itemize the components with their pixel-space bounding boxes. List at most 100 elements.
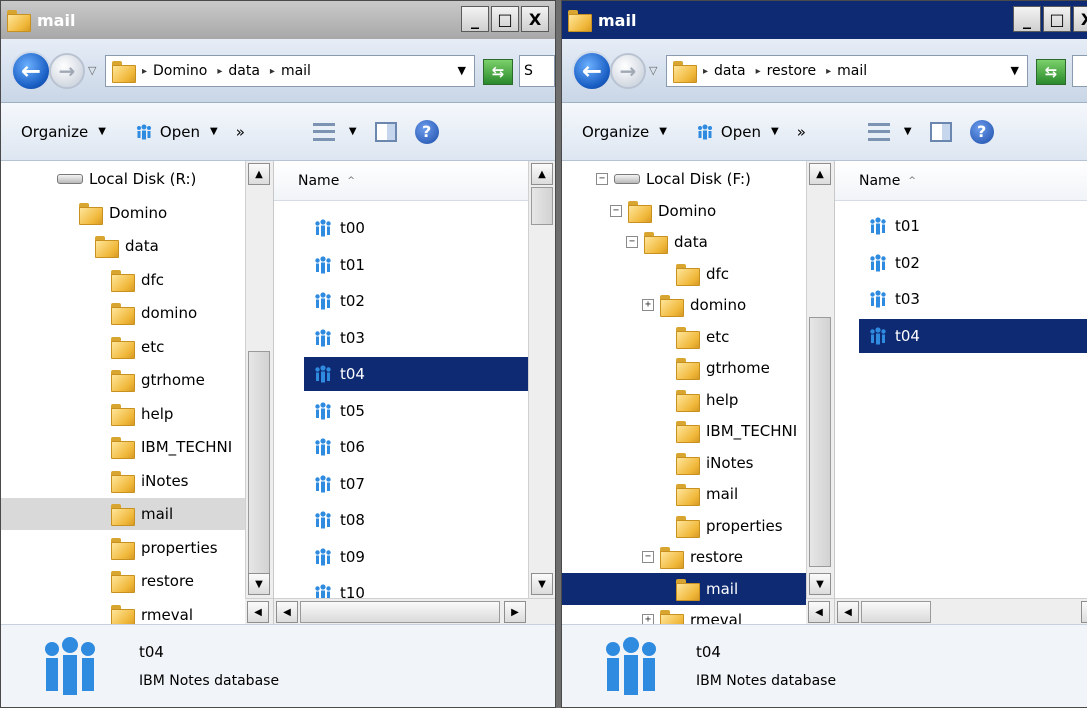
change-view-button[interactable]: ▼ [312, 122, 357, 141]
recent-pages-dropdown[interactable]: ▽ [88, 64, 96, 77]
file-item[interactable]: t04 [859, 318, 1087, 353]
tree-item[interactable]: IBM_TECHNI [562, 415, 806, 447]
tree-item[interactable]: domino [1, 297, 245, 329]
column-header-name[interactable]: Name ^ [835, 161, 1087, 201]
breadcrumb-domino[interactable]: Domino [153, 63, 207, 79]
maximize-button[interactable]: □ [1043, 6, 1071, 32]
file-item[interactable]: t08 [304, 503, 528, 537]
change-view-button[interactable]: ▼ [867, 122, 912, 141]
tree-item[interactable]: + domino [562, 289, 806, 321]
tree-item[interactable]: gtrhome [562, 352, 806, 384]
scroll-right-button[interactable]: ▶ [504, 601, 526, 623]
file-vertical-scrollbar[interactable]: ▲ ▼ [528, 161, 555, 598]
file-item[interactable]: t02 [304, 284, 528, 318]
forward-button[interactable]: → [610, 53, 646, 89]
maximize-button[interactable]: □ [491, 6, 519, 32]
file-item[interactable]: t03 [304, 321, 528, 355]
file-item[interactable]: t00 [304, 211, 528, 245]
scroll-right-button[interactable]: ▶ [1081, 601, 1087, 623]
forward-button[interactable]: → [49, 53, 85, 89]
tree-item[interactable]: restore [1, 565, 245, 597]
file-item[interactable]: t01 [304, 248, 528, 282]
open-button[interactable]: Open ▼ [136, 123, 218, 141]
tree-expander-icon[interactable]: − [596, 173, 608, 185]
tree-item[interactable]: dfc [1, 264, 245, 296]
scroll-up-button[interactable]: ▲ [248, 163, 270, 185]
title-bar[interactable]: mail _ □ X [1, 1, 555, 39]
more-commands-button[interactable]: » [236, 123, 245, 141]
minimize-button[interactable]: _ [1013, 6, 1041, 32]
tree-item[interactable]: properties [562, 510, 806, 542]
tree-item[interactable]: rmeval [1, 599, 245, 624]
scroll-up-button[interactable]: ▲ [809, 163, 831, 185]
file-horizontal-scrollbar[interactable]: ◀ ▶ [835, 598, 1087, 624]
scroll-thumb[interactable] [300, 601, 500, 623]
tree-item[interactable]: mail [562, 572, 806, 605]
file-item[interactable]: t01 [859, 209, 1087, 243]
help-button[interactable]: ? [969, 119, 994, 144]
title-bar[interactable]: mail _ □ X [562, 1, 1087, 39]
search-input[interactable]: S [519, 55, 555, 87]
file-item[interactable]: t04 [304, 357, 528, 391]
column-header-name[interactable]: Name ^ [274, 161, 555, 201]
scroll-up-button[interactable]: ▲ [531, 163, 553, 185]
file-item[interactable]: t07 [304, 467, 528, 501]
scroll-thumb[interactable] [861, 601, 931, 623]
close-button[interactable]: X [521, 6, 549, 32]
tree-item[interactable]: help [562, 384, 806, 416]
more-commands-button[interactable]: » [797, 123, 806, 141]
file-item[interactable]: t06 [304, 430, 528, 464]
tree-expander-icon[interactable]: − [642, 551, 654, 563]
scroll-down-button[interactable]: ▼ [248, 573, 270, 595]
scroll-left-button[interactable]: ◀ [837, 601, 859, 623]
minimize-button[interactable]: _ [461, 6, 489, 32]
file-horizontal-scrollbar[interactable]: ◀ ▶ [274, 598, 555, 624]
tree-item[interactable]: mail [1, 498, 245, 530]
refresh-button[interactable]: ⇆ [1036, 59, 1066, 85]
refresh-button[interactable]: ⇆ [483, 59, 513, 85]
organize-button[interactable]: Organize ▼ [582, 123, 667, 141]
tree-item[interactable]: Local Disk (R:) [1, 163, 245, 195]
preview-pane-button[interactable] [374, 121, 397, 142]
scroll-left-button[interactable]: ◀ [808, 601, 830, 623]
breadcrumb-restore[interactable]: restore [767, 63, 816, 79]
tree-item[interactable]: properties [1, 532, 245, 564]
tree-item[interactable]: etc [1, 331, 245, 363]
file-item[interactable]: t09 [304, 540, 528, 574]
tree-item[interactable]: − Local Disk (F:) [562, 163, 806, 195]
tree-expander-icon[interactable]: − [610, 204, 622, 217]
tree-item[interactable]: − restore [562, 541, 806, 573]
search-input[interactable] [1072, 55, 1087, 87]
tree-vertical-scrollbar[interactable]: ▲ ▼ [245, 161, 273, 598]
scroll-thumb[interactable] [809, 317, 831, 567]
tree-item[interactable]: iNotes [562, 447, 806, 479]
scroll-thumb[interactable] [531, 187, 553, 225]
help-button[interactable]: ? [414, 119, 439, 144]
address-dropdown[interactable]: ▼ [458, 64, 466, 77]
breadcrumb-mail[interactable]: mail [837, 63, 867, 79]
back-button[interactable]: ← [572, 51, 612, 91]
scroll-left-button[interactable]: ◀ [276, 601, 298, 623]
breadcrumb-data[interactable]: data [228, 63, 260, 79]
tree-item[interactable]: data [1, 230, 245, 262]
tree-item[interactable]: iNotes [1, 465, 245, 497]
file-item[interactable]: t02 [859, 246, 1087, 280]
address-dropdown[interactable]: ▼ [1011, 64, 1019, 77]
tree-item[interactable]: − Domino [562, 195, 806, 227]
breadcrumb-data[interactable]: data [714, 63, 746, 79]
back-button[interactable]: ← [11, 51, 51, 91]
preview-pane-button[interactable] [929, 121, 952, 142]
tree-item[interactable]: gtrhome [1, 364, 245, 396]
scroll-down-button[interactable]: ▼ [531, 573, 553, 595]
tree-item[interactable]: IBM_TECHNI [1, 431, 245, 463]
breadcrumb-mail[interactable]: mail [281, 63, 311, 79]
tree-vertical-scrollbar[interactable]: ▲ ▼ [806, 161, 834, 598]
file-item[interactable]: t05 [304, 394, 528, 428]
address-bar[interactable]: ▸ Domino ▸ data ▸ mail ▼ [105, 55, 475, 87]
address-bar[interactable]: ▸ data ▸ restore ▸ mail ▼ [666, 55, 1028, 87]
tree-item[interactable]: Domino [1, 197, 245, 229]
tree-expander-icon[interactable]: + [642, 614, 654, 624]
tree-item[interactable]: dfc [562, 258, 806, 290]
tree-expander-icon[interactable]: − [626, 236, 638, 248]
tree-item[interactable]: − data [562, 226, 806, 258]
